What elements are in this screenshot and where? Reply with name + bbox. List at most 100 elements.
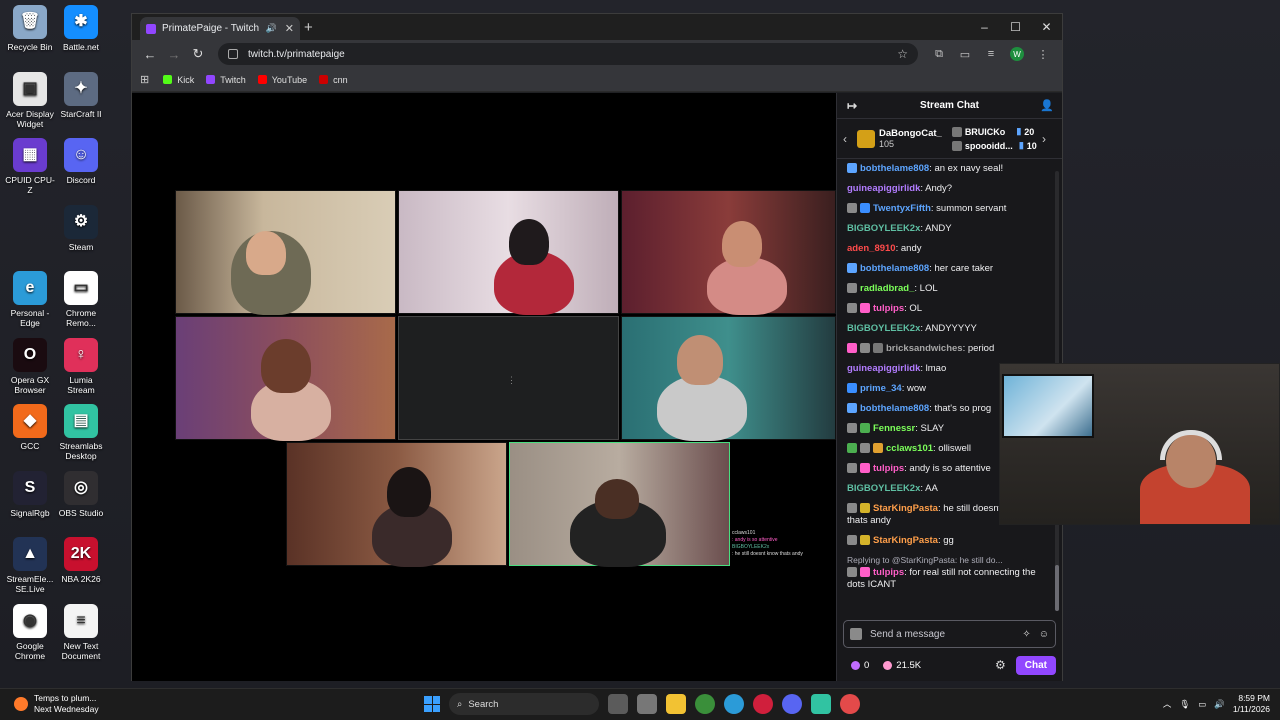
chat-username[interactable]: bobthelame808: [860, 263, 929, 274]
apps-grid-icon[interactable]: ⊞: [140, 73, 149, 86]
desktop-shortcut[interactable]: ✦ StarCraft II: [55, 71, 107, 119]
desktop-shortcut[interactable]: ▦ CPUID CPU-Z: [4, 138, 56, 195]
menu-icon[interactable]: ⋮: [1030, 48, 1056, 61]
desktop-shortcut[interactable]: ≡ New Text Document: [55, 603, 107, 661]
emote-picker-icon[interactable]: ☺: [1039, 629, 1049, 640]
task-view-icon[interactable]: [608, 694, 628, 714]
widgets-icon[interactable]: [637, 694, 657, 714]
chat-username[interactable]: StarKingPasta: [873, 535, 938, 546]
chat-message[interactable]: bobthelame808: an ex navy seal!: [847, 163, 1046, 175]
desktop-shortcut[interactable]: e Personal - Edge: [4, 271, 56, 328]
chat-users-icon[interactable]: 👤: [1040, 99, 1054, 112]
sidepanel-icon[interactable]: ▭: [952, 48, 978, 61]
app-icon[interactable]: [840, 694, 860, 714]
desktop-shortcut[interactable]: ⚙ Steam: [55, 204, 107, 252]
desktop-shortcut[interactable]: ◉ Google Chrome: [4, 603, 56, 661]
chat-message[interactable]: BIGBOYLEEK2x: ANDY: [847, 223, 1046, 235]
stream-video[interactable]: ⋮ cclaws101 : andy is so attentive BIGBO…: [132, 93, 836, 681]
chevron-up-icon[interactable]: ︿: [1163, 698, 1172, 710]
channel-points[interactable]: 21.5K: [883, 660, 921, 671]
chat-message[interactable]: tulpips: OL: [847, 303, 1046, 315]
opera-gx-icon[interactable]: [753, 694, 773, 714]
new-tab-button[interactable]: +: [304, 19, 313, 36]
chat-message[interactable]: tulpips: for real still not connecting t…: [847, 567, 1046, 591]
volume-icon[interactable]: 🔊: [1214, 699, 1225, 710]
chat-username[interactable]: bricksandwiches: [886, 343, 963, 354]
chat-username[interactable]: bobthelame808: [860, 163, 929, 174]
chat-username[interactable]: guineapiggirlidk: [847, 363, 920, 374]
bookmark-item[interactable]: Twitch: [206, 75, 246, 85]
network-icon[interactable]: ▭: [1198, 699, 1206, 710]
chat-settings-icon[interactable]: ⚙: [995, 658, 1006, 672]
address-bar[interactable]: twitch.tv/primatepaige ☆: [218, 43, 918, 65]
desktop-shortcut[interactable]: ♀ Lumia Stream: [55, 337, 107, 395]
chat-username[interactable]: aden_8910: [847, 243, 896, 254]
desktop-shortcut[interactable]: S SignalRgb: [4, 470, 56, 518]
desktop-shortcut[interactable]: ▭ Chrome Remo...: [55, 271, 107, 328]
maximize-button[interactable]: ☐: [1000, 14, 1031, 40]
desktop-shortcut[interactable]: 2K NBA 2K26: [55, 537, 107, 584]
chat-username[interactable]: BIGBOYLEEK2x: [847, 323, 920, 334]
weather-widget[interactable]: Temps to plum... Next Wednesday: [14, 693, 99, 715]
bookmark-star-icon[interactable]: ☆: [897, 47, 908, 61]
chat-message[interactable]: radladbrad_: LOL: [847, 283, 1046, 295]
close-window-button[interactable]: ✕: [1031, 14, 1062, 40]
chrome-icon[interactable]: [695, 694, 715, 714]
chevron-left-icon[interactable]: ‹: [843, 132, 857, 146]
reply-indicator[interactable]: Replying to @StarKingPasta: he still do.…: [847, 555, 1046, 565]
chat-username[interactable]: tulpips: [873, 567, 904, 578]
gifter-entry[interactable]: spoooidd... ▮ 10: [951, 140, 1037, 151]
bookmark-item[interactable]: YouTube: [257, 75, 307, 85]
top-gifter[interactable]: DaBongoCat_ 105: [879, 128, 942, 149]
bookmark-item[interactable]: cnn: [319, 75, 348, 85]
chat-send-button[interactable]: Chat: [1015, 655, 1056, 675]
chat-message[interactable]: BIGBOYLEEK2x: ANDYYYYY: [847, 323, 1046, 335]
extensions-icon[interactable]: ⧉: [926, 48, 952, 61]
bookmark-item[interactable]: Kick: [163, 75, 194, 85]
profile-avatar[interactable]: W: [1010, 47, 1024, 61]
minimize-button[interactable]: –: [969, 14, 1000, 40]
chat-username[interactable]: StarKingPasta: [873, 503, 938, 514]
microphone-icon[interactable]: 🎙: [1179, 699, 1190, 710]
chat-username[interactable]: guineapiggirlidk: [847, 183, 920, 194]
desktop-shortcut[interactable]: 🗑 Recycle Bin: [4, 5, 56, 52]
chat-message[interactable]: bobthelame808: her care taker: [847, 263, 1046, 275]
desktop-shortcut[interactable]: ▣ Acer Display Widget: [4, 71, 56, 129]
chat-message[interactable]: guineapiggirlidk: Andy?: [847, 183, 1046, 195]
desktop-shortcut[interactable]: ☺ Discord: [55, 138, 107, 185]
forward-button[interactable]: →: [162, 47, 186, 62]
chat-message[interactable]: TwentyxFifth: summon servant: [847, 203, 1046, 215]
chat-username[interactable]: Fennessr: [873, 423, 915, 434]
tab-twitch[interactable]: PrimatePaige - Twitch 🔊 ✕: [140, 17, 300, 40]
chat-username[interactable]: tulpips: [873, 463, 904, 474]
chevron-right-icon[interactable]: ›: [1042, 132, 1056, 146]
desktop-shortcut[interactable]: ▤ Streamlabs Desktop: [55, 404, 107, 461]
chat-username[interactable]: TwentyxFifth: [873, 203, 931, 214]
streamlabs-icon[interactable]: [811, 694, 831, 714]
chat-input[interactable]: Send a message ✧ ☺: [843, 620, 1056, 648]
chat-message[interactable]: StarKingPasta: gg: [847, 535, 1046, 547]
close-tab-icon[interactable]: ✕: [285, 22, 294, 35]
badge-picker-icon[interactable]: [850, 628, 862, 640]
edge-icon[interactable]: [724, 694, 744, 714]
taskbar-search[interactable]: ⌕ Search: [449, 693, 599, 715]
chat-message[interactable]: aden_8910: andy: [847, 243, 1046, 255]
gifter-entry[interactable]: BRUICKo ▮ 20: [951, 126, 1037, 137]
bits-icon[interactable]: ✧: [1022, 629, 1030, 640]
bits-balance[interactable]: 0: [851, 660, 869, 671]
desktop-shortcut[interactable]: ◎ OBS Studio: [55, 470, 107, 518]
desktop-shortcut[interactable]: O Opera GX Browser: [4, 337, 56, 395]
desktop-shortcut[interactable]: ◆ GCC: [4, 404, 56, 451]
clock[interactable]: 8:59 PM 1/11/2026: [1233, 693, 1270, 715]
scroll-thumb[interactable]: [1055, 565, 1059, 611]
chat-username[interactable]: bobthelame808: [860, 403, 929, 414]
back-button[interactable]: ←: [138, 47, 162, 62]
chat-username[interactable]: prime_34: [860, 383, 902, 394]
media-icon[interactable]: ≡: [978, 48, 1004, 60]
chat-username[interactable]: cclaws101: [886, 443, 933, 454]
collapse-chat-icon[interactable]: ↦: [847, 99, 857, 113]
chat-username[interactable]: BIGBOYLEEK2x: [847, 223, 920, 234]
reload-button[interactable]: ↻: [186, 46, 210, 62]
chat-username[interactable]: BIGBOYLEEK2x: [847, 483, 920, 494]
discord-icon[interactable]: [782, 694, 802, 714]
